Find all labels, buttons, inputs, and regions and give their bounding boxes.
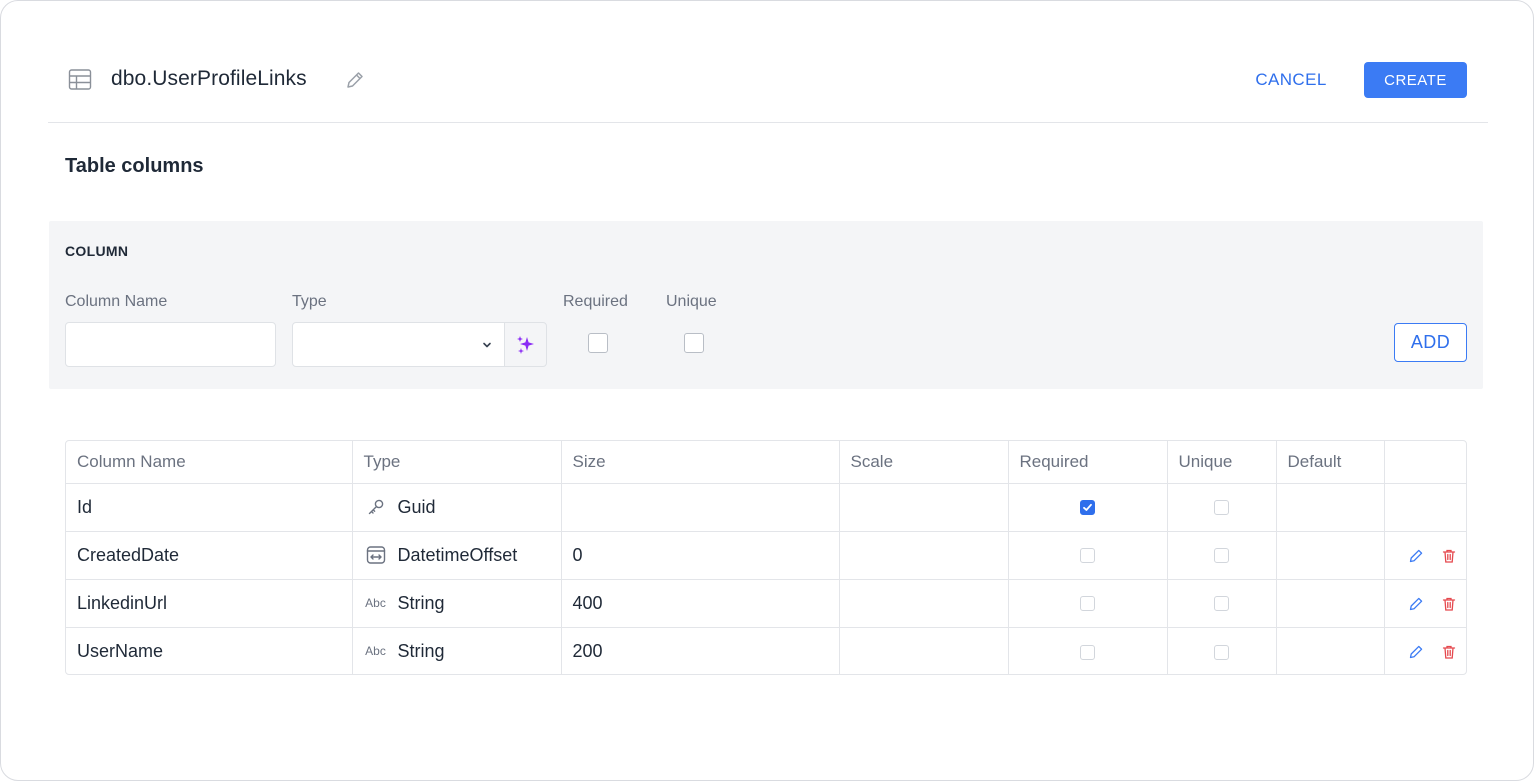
cell-size: [561, 483, 840, 532]
cell-unique: [1167, 579, 1277, 628]
edit-pencil-icon[interactable]: [1408, 548, 1424, 564]
column-name-label: Column Name: [65, 293, 168, 310]
cell-column-name: CreatedDate: [66, 531, 353, 580]
columns-table: Column Name Type Size Scale Required Uni…: [65, 440, 1467, 675]
dialog-frame: dbo.UserProfileLinks CANCEL CREATE Table…: [0, 0, 1534, 781]
header-type: Type: [352, 441, 562, 484]
cell-size: 0: [561, 531, 840, 580]
cell-unique: [1167, 627, 1277, 674]
cell-scale: [839, 531, 1009, 580]
table-row: UserName Abc String 200: [66, 627, 1466, 674]
required-checkbox[interactable]: [1080, 644, 1095, 660]
header-default: Default: [1276, 441, 1385, 484]
cell-size: 200: [561, 627, 840, 674]
unique-label: Unique: [666, 293, 717, 310]
type-select[interactable]: [292, 322, 505, 367]
required-label: Required: [563, 293, 628, 310]
cell-unique: [1167, 483, 1277, 532]
unique-checkbox[interactable]: [1214, 500, 1229, 516]
cell-required: [1008, 579, 1168, 628]
unique-checkbox[interactable]: [1214, 596, 1229, 612]
add-column-button[interactable]: ADD: [1394, 323, 1467, 362]
dialog-header: dbo.UserProfileLinks CANCEL CREATE: [48, 41, 1488, 123]
cell-type: Abc String: [352, 627, 562, 674]
unique-checkbox[interactable]: [1214, 548, 1229, 564]
cell-column-name: UserName: [66, 627, 353, 674]
column-form-panel: COLUMN Column Name Type Required Unique …: [49, 221, 1483, 389]
type-label: String: [397, 640, 445, 661]
cancel-button[interactable]: CANCEL: [1243, 62, 1339, 98]
table-header-row: Column Name Type Size Scale Required Uni…: [66, 441, 1466, 484]
cell-default: [1276, 579, 1385, 628]
cell-actions: [1384, 531, 1466, 580]
cell-default: [1276, 627, 1385, 674]
table-name-title: dbo.UserProfileLinks: [111, 67, 307, 90]
cell-actions: [1384, 483, 1466, 532]
cell-required: [1008, 483, 1168, 532]
cell-scale: [839, 579, 1009, 628]
cell-type: Guid: [352, 483, 562, 532]
required-checkbox-checked[interactable]: [1080, 500, 1095, 516]
key-icon: [364, 497, 388, 517]
type-label: DatetimeOffset: [397, 544, 518, 565]
cell-required: [1008, 531, 1168, 580]
cell-unique: [1167, 531, 1277, 580]
cell-default: [1276, 531, 1385, 580]
required-checkbox[interactable]: [1080, 548, 1095, 564]
required-checkbox[interactable]: [1080, 596, 1095, 612]
sparkles-icon: [517, 336, 534, 354]
table-row: Id Guid: [66, 483, 1466, 532]
type-label: Guid: [397, 496, 436, 517]
cell-scale: [839, 627, 1009, 674]
cell-column-name: LinkedinUrl: [66, 579, 353, 628]
header-column-name: Column Name: [66, 441, 353, 484]
column-name-input[interactable]: [65, 322, 276, 367]
cell-column-name: Id: [66, 483, 353, 532]
header-size: Size: [561, 441, 840, 484]
cell-required: [1008, 627, 1168, 674]
header-unique: Unique: [1167, 441, 1277, 484]
edit-pencil-icon[interactable]: [1408, 596, 1424, 612]
section-title: Table columns: [65, 155, 204, 177]
header-actions: [1384, 441, 1466, 484]
trash-icon[interactable]: [1441, 596, 1457, 612]
cell-actions: [1384, 627, 1466, 674]
chevron-down-icon: [480, 338, 494, 352]
panel-title: COLUMN: [65, 243, 129, 259]
string-abc-icon: Abc: [365, 596, 386, 610]
pencil-icon[interactable]: [345, 70, 365, 90]
trash-icon[interactable]: [1441, 548, 1457, 564]
cell-default: [1276, 483, 1385, 532]
unique-checkbox[interactable]: [1214, 644, 1229, 660]
cell-actions: [1384, 579, 1466, 628]
create-button[interactable]: CREATE: [1364, 62, 1467, 98]
cell-size: 400: [561, 579, 840, 628]
unique-checkbox[interactable]: [684, 333, 704, 353]
cell-type: DatetimeOffset: [352, 531, 562, 580]
table-icon: [68, 68, 92, 92]
trash-icon[interactable]: [1441, 644, 1457, 660]
table-row: LinkedinUrl Abc String 400: [66, 579, 1466, 628]
ai-suggest-button[interactable]: [504, 322, 547, 367]
type-label: Type: [292, 293, 327, 310]
datetime-icon: [364, 545, 388, 565]
table-row: CreatedDate DatetimeOffset 0: [66, 531, 1466, 580]
required-checkbox[interactable]: [588, 333, 608, 353]
cell-scale: [839, 483, 1009, 532]
string-abc-icon: Abc: [365, 644, 386, 659]
header-scale: Scale: [839, 441, 1009, 484]
type-label: String: [397, 592, 445, 613]
cell-type: Abc String: [352, 579, 562, 628]
edit-pencil-icon[interactable]: [1408, 644, 1424, 660]
header-required: Required: [1008, 441, 1168, 484]
